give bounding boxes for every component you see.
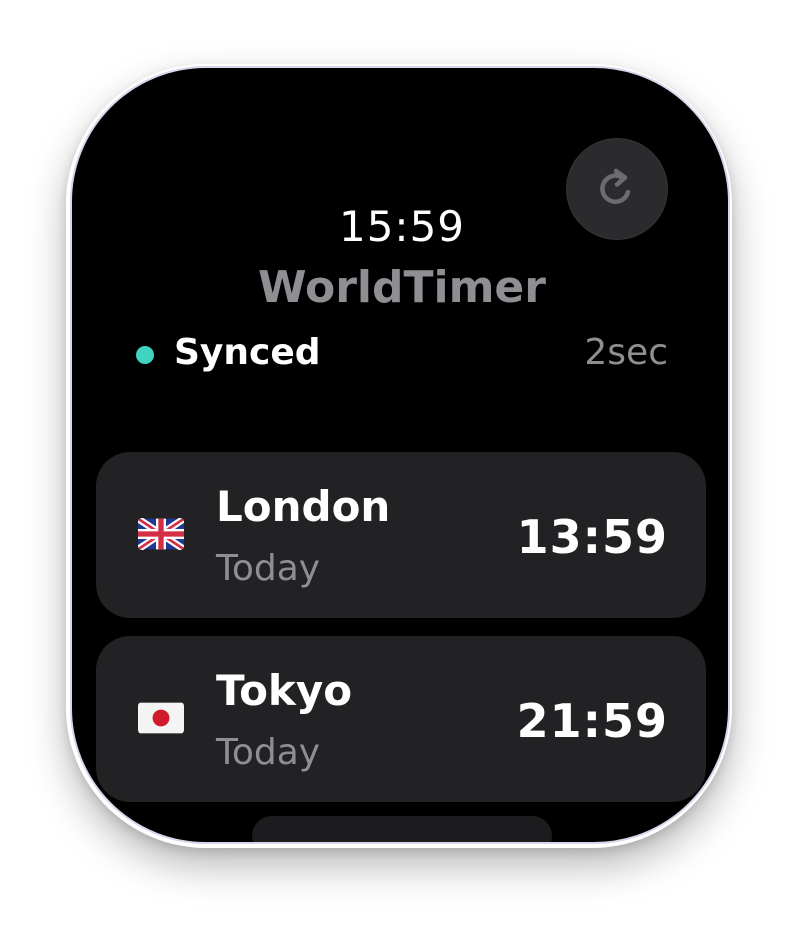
city-card-london[interactable]: London Today 13:59 xyxy=(96,452,706,618)
refresh-button[interactable] xyxy=(566,138,668,240)
app-screen: 15:59 WorldTimer Synced 2sec London Toda… xyxy=(72,68,728,842)
app-title: WorldTimer xyxy=(258,262,546,313)
sync-status-dot xyxy=(136,346,154,364)
city-day: Today xyxy=(216,548,321,589)
city-time: 21:59 xyxy=(516,694,668,748)
city-card-tokyo[interactable]: Tokyo Today 21:59 xyxy=(96,636,706,802)
japan-flag-icon xyxy=(138,702,184,734)
sync-status-label: Synced xyxy=(174,332,321,373)
sync-status-row: Synced 2sec xyxy=(134,332,668,376)
next-card-peek xyxy=(252,816,552,842)
city-name: London xyxy=(216,482,391,531)
city-name: Tokyo xyxy=(216,666,353,715)
sync-age: 2sec xyxy=(584,332,668,373)
uk-flag-icon xyxy=(138,518,184,550)
watch-frame: 15:59 WorldTimer Synced 2sec London Toda… xyxy=(70,66,730,844)
refresh-icon xyxy=(600,168,631,204)
city-time: 13:59 xyxy=(516,510,668,564)
city-day: Today xyxy=(216,732,321,773)
